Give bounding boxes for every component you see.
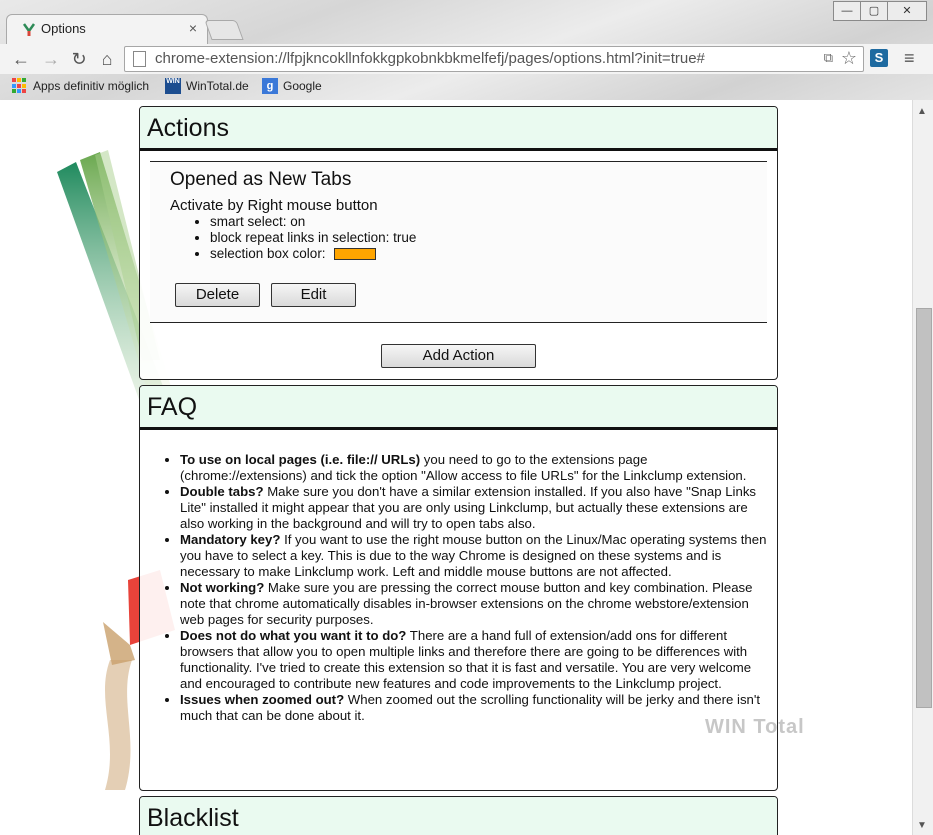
address-bar[interactable]: chrome-extension://lfpjkncokllnfokkgpkob…	[124, 46, 864, 72]
translate-icon[interactable]: ⧉	[824, 50, 833, 66]
page-scrollbar[interactable]: ▲ ▼	[912, 100, 933, 835]
minimize-button[interactable]: —	[833, 1, 861, 21]
wintotal-icon: WIN	[165, 78, 181, 94]
back-button[interactable]: ←	[10, 48, 32, 70]
linkclump-favicon-icon	[22, 23, 36, 36]
extension-s-icon[interactable]: S	[870, 49, 888, 67]
faq-question: Issues when zoomed out?	[180, 692, 345, 707]
action-item: Opened as New Tabs Activate by Right mou…	[150, 161, 767, 323]
bookmark-wintotal[interactable]: WIN WinTotal.de	[165, 78, 249, 94]
faq-item: Issues when zoomed out? When zoomed out …	[180, 692, 770, 724]
selection-color-swatch	[333, 248, 376, 261]
tab-options[interactable]: Options ×	[6, 14, 208, 45]
tab-close-icon[interactable]: ×	[189, 20, 197, 36]
url-text[interactable]: chrome-extension://lfpjkncokllnfokkgpkob…	[155, 50, 705, 67]
faq-section: FAQ To use on local pages (i.e. file:// …	[139, 385, 778, 791]
setting-label: selection box color:	[210, 246, 326, 261]
faq-item: Mandatory key? If you want to use the ri…	[180, 532, 770, 580]
bookmark-google[interactable]: g Google	[262, 78, 322, 94]
scroll-down-arrow-icon[interactable]: ▼	[917, 820, 927, 831]
faq-question: Mandatory key?	[180, 532, 281, 547]
google-icon: g	[262, 78, 278, 94]
delete-button[interactable]: Delete	[175, 283, 260, 307]
window-controls: — ▢ ✕	[833, 1, 927, 21]
scroll-thumb[interactable]	[916, 308, 932, 708]
bookmarks-bar: Apps definitiv möglich WIN WinTotal.de g…	[0, 74, 933, 98]
home-button[interactable]: ⌂	[96, 48, 118, 70]
chrome-menu-icon[interactable]: ≡	[904, 48, 915, 69]
faq-question: Does not do what you want it to do?	[180, 628, 407, 643]
tab-title: Options	[41, 21, 86, 36]
faq-item: Double tabs? Make sure you don't have a …	[180, 484, 770, 532]
faq-item: To use on local pages (i.e. file:// URLs…	[180, 452, 770, 484]
blacklist-section: Blacklist	[139, 796, 778, 835]
add-action-button[interactable]: Add Action	[381, 344, 536, 368]
reload-button[interactable]: ↻	[68, 48, 90, 70]
maximize-button[interactable]: ▢	[860, 1, 888, 21]
faq-item: Not working? Make sure you are pressing …	[180, 580, 770, 628]
bookmark-label: Google	[283, 79, 322, 93]
browser-chrome: Options × — ▢ ✕ ← → ↻ ⌂ chrome-extension…	[0, 0, 933, 101]
actions-heading: Actions	[140, 107, 777, 151]
scroll-up-arrow-icon[interactable]: ▲	[917, 106, 927, 117]
bookmark-label: Apps definitiv möglich	[33, 79, 150, 93]
new-tab-button[interactable]	[204, 20, 244, 40]
faq-question: Not working?	[180, 580, 265, 595]
browser-toolbar: ← → ↻ ⌂ chrome-extension://lfpjkncokllnf…	[0, 44, 933, 74]
bookmark-apps[interactable]: Apps definitiv möglich	[12, 78, 149, 94]
action-title: Opened as New Tabs	[170, 169, 352, 190]
bookmark-star-icon[interactable]: ☆	[841, 48, 857, 69]
faq-answer: Make sure you don't have a similar exten…	[180, 484, 757, 531]
apps-grid-icon	[12, 78, 28, 94]
close-window-button[interactable]: ✕	[887, 1, 927, 21]
faq-list: To use on local pages (i.e. file:// URLs…	[140, 452, 770, 724]
wintotal-watermark: WIN Total	[705, 716, 805, 738]
faq-item: Does not do what you want it to do? Ther…	[180, 628, 770, 692]
action-settings-list: smart select: on block repeat links in s…	[170, 214, 770, 262]
actions-section: Actions Opened as New Tabs Activate by R…	[139, 106, 778, 380]
setting-block-repeat: block repeat links in selection: true	[210, 230, 770, 246]
forward-button[interactable]: →	[40, 48, 62, 70]
faq-question: Double tabs?	[180, 484, 264, 499]
action-activation: Activate by Right mouse button	[170, 197, 378, 214]
faq-answer: Make sure you are pressing the correct m…	[180, 580, 753, 627]
faq-question: To use on local pages (i.e. file:// URLs…	[180, 452, 421, 467]
setting-selection-color: selection box color:	[210, 246, 770, 262]
edit-button[interactable]: Edit	[271, 283, 356, 307]
page-icon	[133, 51, 146, 67]
blacklist-heading: Blacklist	[140, 797, 777, 835]
faq-heading: FAQ	[140, 386, 777, 430]
setting-smart-select: smart select: on	[210, 214, 770, 230]
bookmark-label: WinTotal.de	[186, 79, 249, 93]
